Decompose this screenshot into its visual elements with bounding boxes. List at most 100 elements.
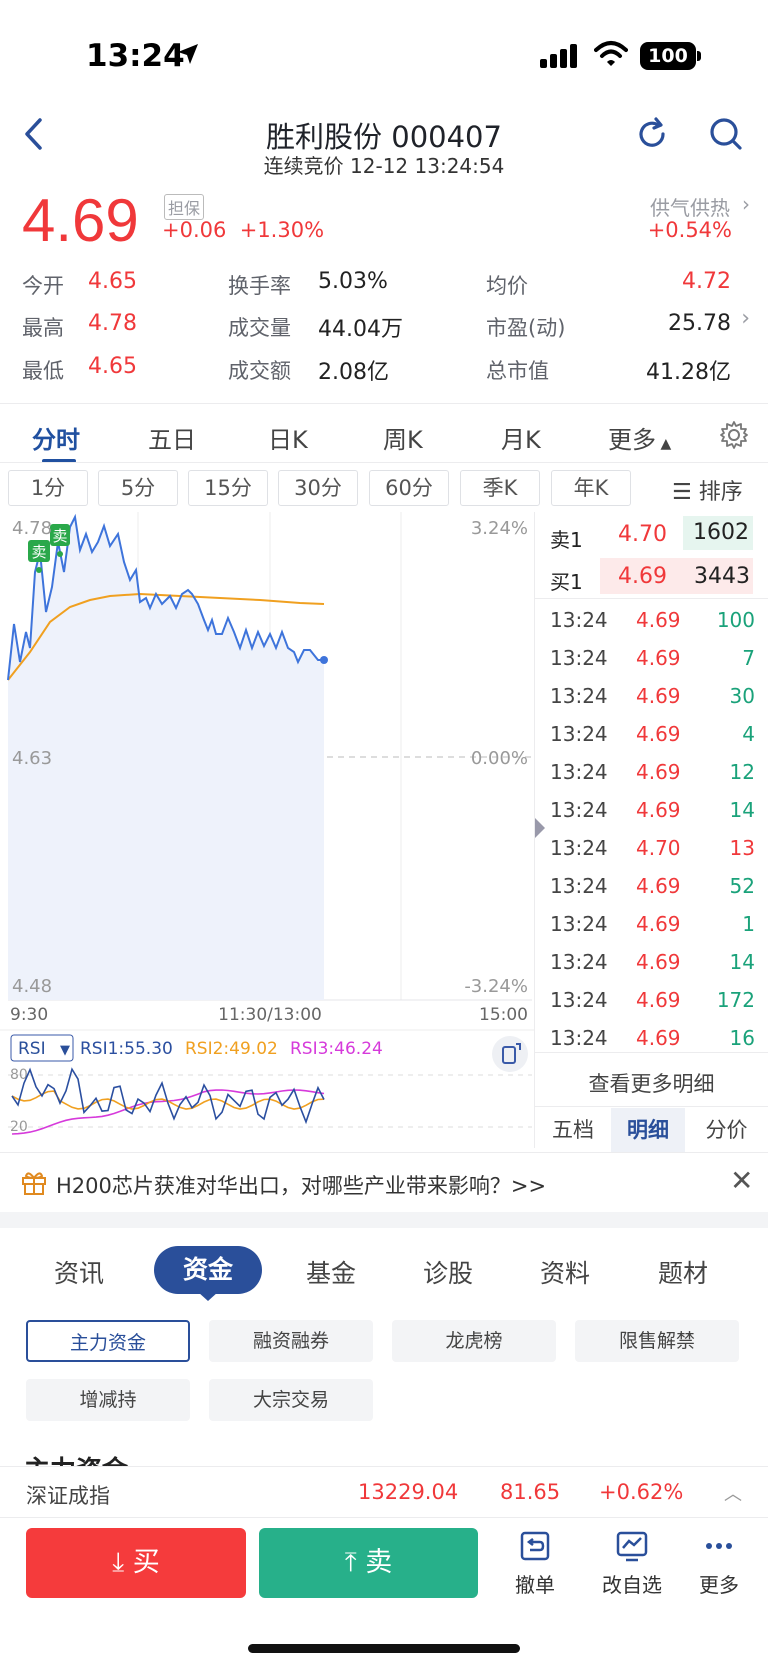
undo-icon — [520, 1531, 550, 1561]
last-price-dot — [320, 656, 328, 664]
tab-level5[interactable]: 五档 — [535, 1108, 611, 1152]
tick-price: 4.69 — [636, 608, 681, 632]
section-gap — [0, 1212, 768, 1228]
more-detail-link[interactable]: 查看更多明细 — [535, 1068, 768, 1098]
edit-watchlist-button[interactable]: 改自选 — [592, 1530, 672, 1598]
chip-dragon-tiger[interactable]: 龙虎榜 — [392, 1320, 556, 1362]
rsi3-value: RSI3:46.24 — [290, 1039, 383, 1059]
tab-5day[interactable]: 五日 — [148, 420, 196, 455]
tf-30min[interactable]: 30分 — [278, 470, 358, 506]
tick-price: 4.69 — [636, 722, 681, 746]
sell-marker-label: 卖 — [31, 543, 46, 561]
chevron-right-icon[interactable]: › — [742, 192, 750, 216]
tab-profile[interactable]: 资料 — [540, 1254, 590, 1290]
battery-indicator: 100 — [640, 42, 696, 70]
tick-volume: 16 — [729, 1026, 755, 1050]
tab-theme[interactable]: 题材 — [658, 1254, 708, 1290]
sell-button[interactable]: ⤒ 卖 — [259, 1528, 478, 1598]
pct-label-top: 3.24% — [471, 518, 528, 539]
tick-time: 13:24 — [550, 722, 608, 746]
stat-value: 41.28亿 — [646, 360, 731, 385]
tab-detail[interactable]: 明细 — [611, 1108, 685, 1152]
tick-time: 13:24 — [550, 1026, 608, 1050]
bid1-volume: 3443 — [694, 564, 750, 589]
tf-60min[interactable]: 60分 — [369, 470, 449, 506]
divider — [0, 462, 768, 463]
stat-label: 成交量 — [228, 316, 291, 340]
tick-price: 4.69 — [636, 798, 681, 822]
collapse-arrow-icon[interactable] — [535, 818, 545, 838]
ask1-volume: 1602 — [683, 516, 753, 550]
rsi1-value: RSI1:55.30 — [80, 1039, 173, 1059]
tick-time: 13:24 — [550, 646, 608, 670]
cancel-order-button[interactable]: 撤单 — [500, 1530, 570, 1598]
price-change: +0.06 +1.30% — [162, 218, 324, 242]
tab-weekly[interactable]: 周K — [383, 420, 423, 455]
divider — [535, 1052, 768, 1053]
sort-label: 排序 — [698, 480, 743, 505]
divider — [535, 1106, 768, 1107]
chart-edit-icon — [616, 1531, 648, 1562]
tab-monthly[interactable]: 月K — [501, 420, 541, 455]
news-banner[interactable]: H200芯片获准对华出口，对哪些产业带来影响？>> — [56, 1170, 546, 1200]
refresh-icon[interactable] — [634, 116, 670, 152]
tick-volume: 52 — [729, 874, 755, 898]
tf-quarter[interactable]: 季K — [460, 470, 540, 506]
tab-funds[interactable]: 资金 — [154, 1246, 262, 1294]
buy-button[interactable]: ⤓ 买 — [26, 1528, 246, 1598]
tick-time: 13:24 — [550, 874, 608, 898]
tf-15min[interactable]: 15分 — [188, 470, 268, 506]
change-pct: +1.30% — [239, 218, 325, 242]
tick-time: 13:24 — [550, 988, 608, 1012]
upload-arrow-icon: ⤒ — [344, 1547, 357, 1578]
trading-status: 连续竞价 12-12 13:24:54 — [263, 154, 505, 178]
tick-price: 4.69 — [636, 988, 681, 1012]
sector-name[interactable]: 供气供热 — [650, 192, 730, 221]
chip-holdings[interactable]: 增减持 — [26, 1379, 190, 1421]
tab-price-dist[interactable]: 分价 — [685, 1108, 768, 1152]
tick-volume: 4 — [742, 722, 755, 746]
tab-diagnosis[interactable]: 诊股 — [423, 1254, 473, 1290]
y-label-bottom: 4.48 — [12, 976, 52, 997]
tab-news[interactable]: 资讯 — [54, 1254, 104, 1290]
stat-label: 均价 — [486, 274, 528, 298]
tick-time: 13:24 — [550, 912, 608, 936]
tf-5min[interactable]: 5分 — [98, 470, 178, 506]
tab-fund[interactable]: 基金 — [306, 1254, 356, 1290]
sort-button[interactable]: ☰ 排序 — [672, 474, 743, 506]
home-indicator[interactable] — [248, 1644, 520, 1653]
more-label: 更多 — [699, 1573, 739, 1597]
index-name: 深证成指 — [26, 1484, 110, 1508]
gear-icon[interactable] — [719, 420, 749, 450]
tick-time: 13:24 — [550, 760, 608, 784]
tick-price: 4.69 — [636, 646, 681, 670]
section-peek-text: 主力资金 — [24, 1452, 224, 1466]
tab-more[interactable]: 更多 ▲ — [608, 420, 671, 455]
stat-label: 成交额 — [228, 359, 291, 383]
chip-margin[interactable]: 融资融券 — [209, 1320, 373, 1362]
tick-volume: 1 — [742, 912, 755, 936]
chip-unlock[interactable]: 限售解禁 — [575, 1320, 739, 1362]
tick-price: 4.69 — [636, 760, 681, 784]
bid1-label: 买1 — [550, 570, 583, 594]
gift-icon — [22, 1172, 46, 1195]
chip-block-trade[interactable]: 大宗交易 — [209, 1379, 373, 1421]
chevron-up-icon[interactable]: ︿ — [724, 1480, 742, 1506]
tf-year[interactable]: 年K — [551, 470, 631, 506]
more-button[interactable]: 更多 — [684, 1530, 754, 1598]
tf-1min[interactable]: 1分 — [8, 470, 88, 506]
chevron-right-icon[interactable]: › — [741, 306, 750, 331]
tab-daily[interactable]: 日K — [268, 420, 308, 455]
intraday-chart[interactable]: 卖 卖 4.78 4.63 4.48 3.24% 0.00% -3.24% 9:… — [0, 512, 535, 1148]
chip-main-funds[interactable]: 主力资金 — [26, 1320, 190, 1362]
stat-label: 市盈(动) — [486, 316, 566, 340]
close-icon[interactable]: ✕ — [730, 1164, 753, 1197]
tick-time: 13:24 — [550, 684, 608, 708]
expand-chart-button[interactable] — [492, 1036, 528, 1072]
stat-label: 最高 — [22, 316, 64, 340]
tick-volume: 30 — [729, 684, 755, 708]
search-icon[interactable] — [708, 116, 744, 152]
ask1-price: 4.70 — [618, 522, 667, 547]
tab-intraday[interactable]: 分时 — [32, 420, 80, 455]
stat-label: 今开 — [22, 274, 64, 298]
